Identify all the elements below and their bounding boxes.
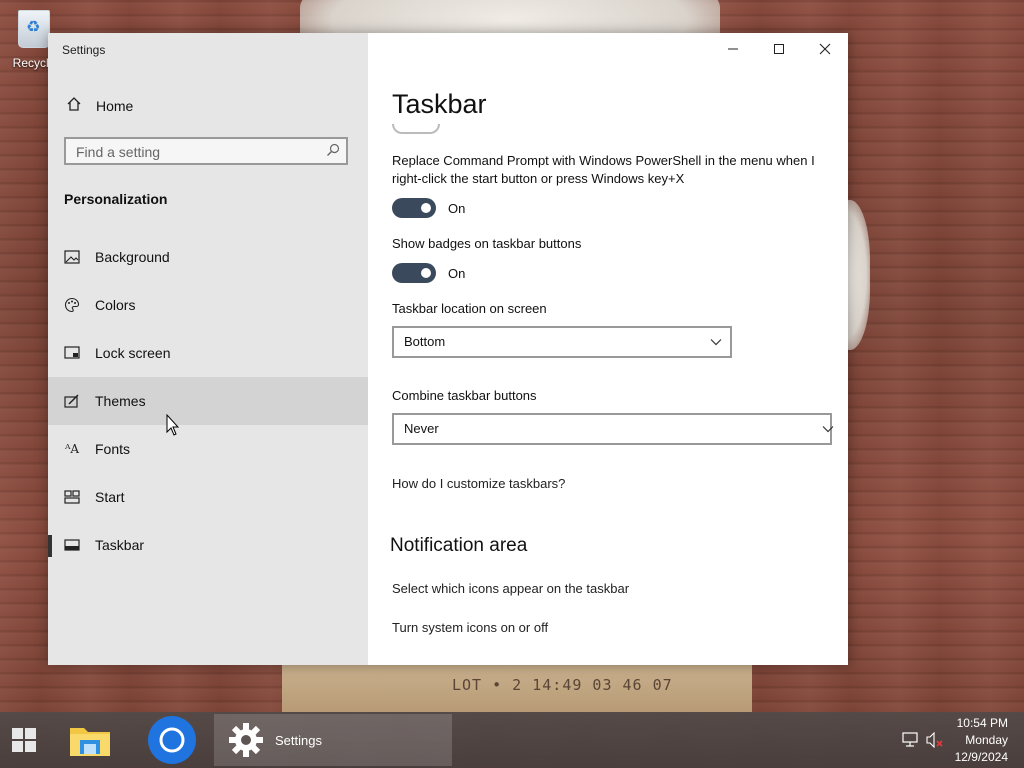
- selection-indicator: [48, 535, 52, 557]
- sidebar-item-label: Start: [95, 489, 125, 505]
- sidebar-item-fonts[interactable]: ᴬA Fonts: [48, 425, 368, 473]
- file-explorer-taskbar-button[interactable]: [62, 712, 118, 768]
- powershell-setting-label: Replace Command Prompt with Windows Powe…: [392, 153, 815, 186]
- toggle-knob: [421, 268, 431, 278]
- search-input[interactable]: [66, 139, 328, 165]
- clock-day[interactable]: Monday: [928, 733, 1008, 747]
- sidebar-item-background[interactable]: Background: [48, 233, 368, 281]
- maximize-icon: [774, 44, 784, 54]
- location-setting-label: Taskbar location on screen: [392, 301, 547, 316]
- select-icons-link[interactable]: Select which icons appear on the taskbar: [392, 581, 629, 596]
- close-icon: [819, 43, 831, 55]
- lock-screen-icon: [63, 345, 81, 361]
- taskbar-button-label: Settings: [275, 733, 322, 748]
- notification-area-heading: Notification area: [390, 535, 528, 556]
- clock-date[interactable]: 12/9/2024: [928, 750, 1008, 764]
- fonts-icon: ᴬA: [64, 442, 80, 456]
- system-icons-link[interactable]: Turn system icons on or off: [392, 620, 548, 635]
- sidebar-item-label: Lock screen: [95, 345, 171, 361]
- windows-logo-icon: [12, 728, 36, 752]
- search-icon: [327, 143, 340, 156]
- start-button[interactable]: [0, 712, 48, 768]
- sidebar-item-label: Background: [95, 249, 170, 265]
- chevron-down-icon: [710, 339, 722, 346]
- maximize-button[interactable]: [756, 33, 802, 65]
- sidebar-item-colors[interactable]: Colors: [48, 281, 368, 329]
- taskbar: Settings 10:54 PM Monday 12/9/2024: [0, 712, 1024, 768]
- close-button[interactable]: [802, 33, 848, 65]
- scrolled-toggle-switch[interactable]: [392, 124, 440, 134]
- help-link[interactable]: How do I customize taskbars?: [392, 476, 565, 491]
- settings-window: Settings Home Personalization Background…: [48, 33, 848, 665]
- network-icon: [902, 732, 918, 747]
- image-icon: [63, 249, 81, 265]
- dropdown-value: Bottom: [404, 334, 446, 349]
- clock-time[interactable]: 10:54 PM: [928, 716, 1008, 730]
- settings-taskbar-button[interactable]: Settings: [214, 714, 452, 766]
- start-icon: [63, 489, 81, 505]
- taskbar-icon: [63, 537, 81, 553]
- minimize-icon: [728, 48, 738, 50]
- powershell-toggle[interactable]: [392, 198, 436, 218]
- combine-setting-label: Combine taskbar buttons: [392, 388, 537, 403]
- mouse-cursor-icon: [166, 414, 180, 436]
- palette-icon: [63, 297, 81, 313]
- desktop-wallpaper-text: LOT • 2 14:49 03 46 07: [452, 676, 673, 694]
- sidebar-item-label: Themes: [95, 393, 146, 409]
- gear-icon: [229, 723, 263, 757]
- sidebar-item-lock-screen[interactable]: Lock screen: [48, 329, 368, 377]
- sidebar-item-label: Colors: [95, 297, 136, 313]
- recycle-bin-icon: [18, 10, 50, 48]
- home-icon: [65, 96, 83, 116]
- chevron-down-icon: [822, 426, 834, 433]
- sidebar-item-label: Home: [96, 98, 134, 114]
- toggle-knob: [421, 203, 431, 213]
- network-tray-button[interactable]: [902, 732, 920, 748]
- minimize-button[interactable]: [710, 33, 756, 65]
- settings-sidebar: Settings Home Personalization Background…: [48, 33, 368, 665]
- dropdown-value: Never: [404, 421, 439, 436]
- settings-content: Taskbar Replace Command Prompt with Wind…: [368, 33, 848, 665]
- sidebar-item-taskbar[interactable]: Taskbar: [48, 521, 368, 569]
- taskbar-location-dropdown[interactable]: Bottom: [392, 326, 732, 358]
- browser-icon: [148, 716, 196, 764]
- badges-toggle[interactable]: [392, 263, 436, 283]
- themes-icon: [63, 393, 81, 409]
- badges-setting-label: Show badges on taskbar buttons: [392, 236, 582, 251]
- sidebar-item-home[interactable]: Home: [48, 89, 368, 123]
- sidebar-item-label: Taskbar: [95, 537, 145, 553]
- sidebar-item-start[interactable]: Start: [48, 473, 368, 521]
- folder-icon: [70, 728, 110, 756]
- window-title: Settings: [62, 43, 106, 57]
- powershell-toggle-state: On: [448, 201, 466, 216]
- sidebar-section-heading: Personalization: [64, 191, 168, 207]
- sidebar-item-themes[interactable]: Themes: [48, 377, 368, 425]
- search-box[interactable]: [64, 137, 348, 165]
- combine-buttons-dropdown[interactable]: Never: [392, 413, 834, 445]
- page-title: Taskbar: [392, 89, 487, 119]
- sidebar-item-label: Fonts: [95, 441, 131, 457]
- badges-toggle-state: On: [448, 266, 466, 281]
- browser-taskbar-button[interactable]: [144, 712, 200, 768]
